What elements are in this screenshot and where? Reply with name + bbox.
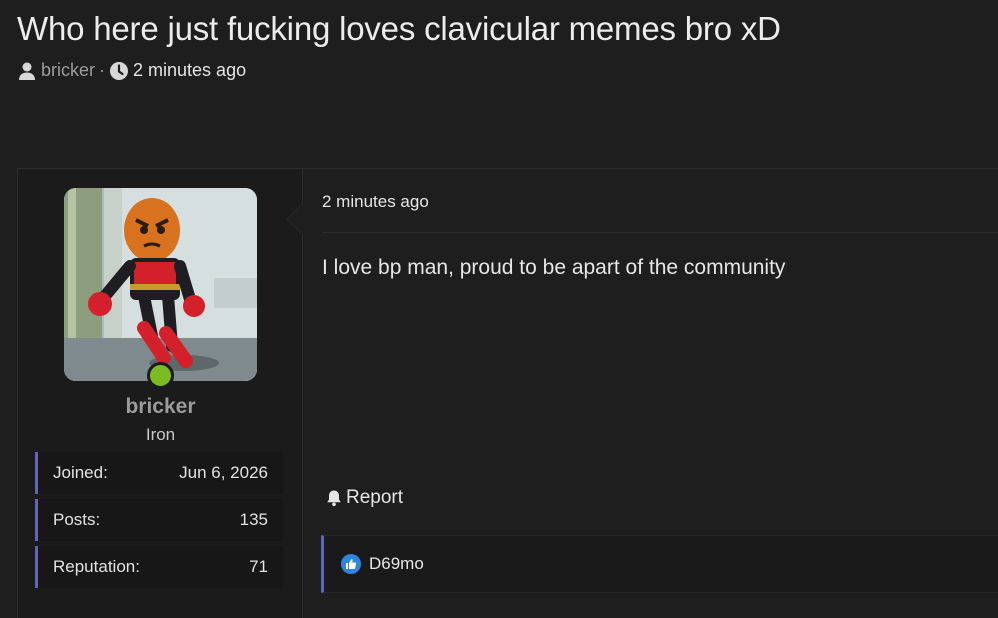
post-user-cell: bricker Iron Joined: Jun 6, 2026 Posts: … bbox=[18, 169, 303, 618]
post: bricker Iron Joined: Jun 6, 2026 Posts: … bbox=[17, 168, 998, 618]
post-date[interactable]: 2 minutes ago bbox=[322, 192, 429, 212]
avatar[interactable] bbox=[64, 188, 257, 381]
reactions-bar[interactable]: D69mo bbox=[321, 535, 998, 593]
stat-value: 135 bbox=[239, 510, 268, 529]
stat-reputation: Reputation: 71 bbox=[35, 546, 283, 588]
stat-value: Jun 6, 2026 bbox=[179, 463, 268, 482]
post-username[interactable]: bricker bbox=[18, 395, 303, 419]
bell-icon bbox=[325, 489, 343, 507]
like-icon bbox=[341, 554, 361, 574]
report-button[interactable]: Report bbox=[325, 487, 403, 509]
user-icon bbox=[17, 61, 37, 81]
stat-posts: Posts: 135 bbox=[35, 499, 283, 541]
thread-meta: bricker · 2 minutes ago bbox=[17, 60, 987, 81]
message-arrow-inner bbox=[288, 203, 304, 235]
meta-separator: · bbox=[99, 60, 106, 80]
clock-icon bbox=[109, 61, 129, 81]
report-label: Report bbox=[346, 487, 404, 508]
thread-time[interactable]: 2 minutes ago bbox=[133, 60, 246, 81]
post-header-divider bbox=[322, 232, 998, 233]
online-status-indicator bbox=[147, 362, 174, 389]
thread-header: Who here just fucking loves clavicular m… bbox=[17, 10, 987, 81]
stat-label: Joined: bbox=[53, 463, 108, 482]
user-stats: Joined: Jun 6, 2026 Posts: 135 Reputatio… bbox=[35, 452, 283, 593]
stat-label: Reputation: bbox=[53, 557, 140, 576]
stat-joined: Joined: Jun 6, 2026 bbox=[35, 452, 283, 494]
thread-title: Who here just fucking loves clavicular m… bbox=[17, 10, 781, 47]
user-rank: Iron bbox=[145, 425, 176, 444]
reaction-user[interactable]: D69mo bbox=[369, 554, 424, 574]
stat-value: 71 bbox=[249, 557, 268, 576]
stat-label: Posts: bbox=[53, 510, 101, 529]
post-main-cell: 2 minutes ago I love bp man, proud to be… bbox=[303, 169, 998, 618]
post-body: I love bp man, proud to be apart of the … bbox=[322, 256, 786, 279]
thread-author-link[interactable]: bricker bbox=[41, 60, 95, 81]
